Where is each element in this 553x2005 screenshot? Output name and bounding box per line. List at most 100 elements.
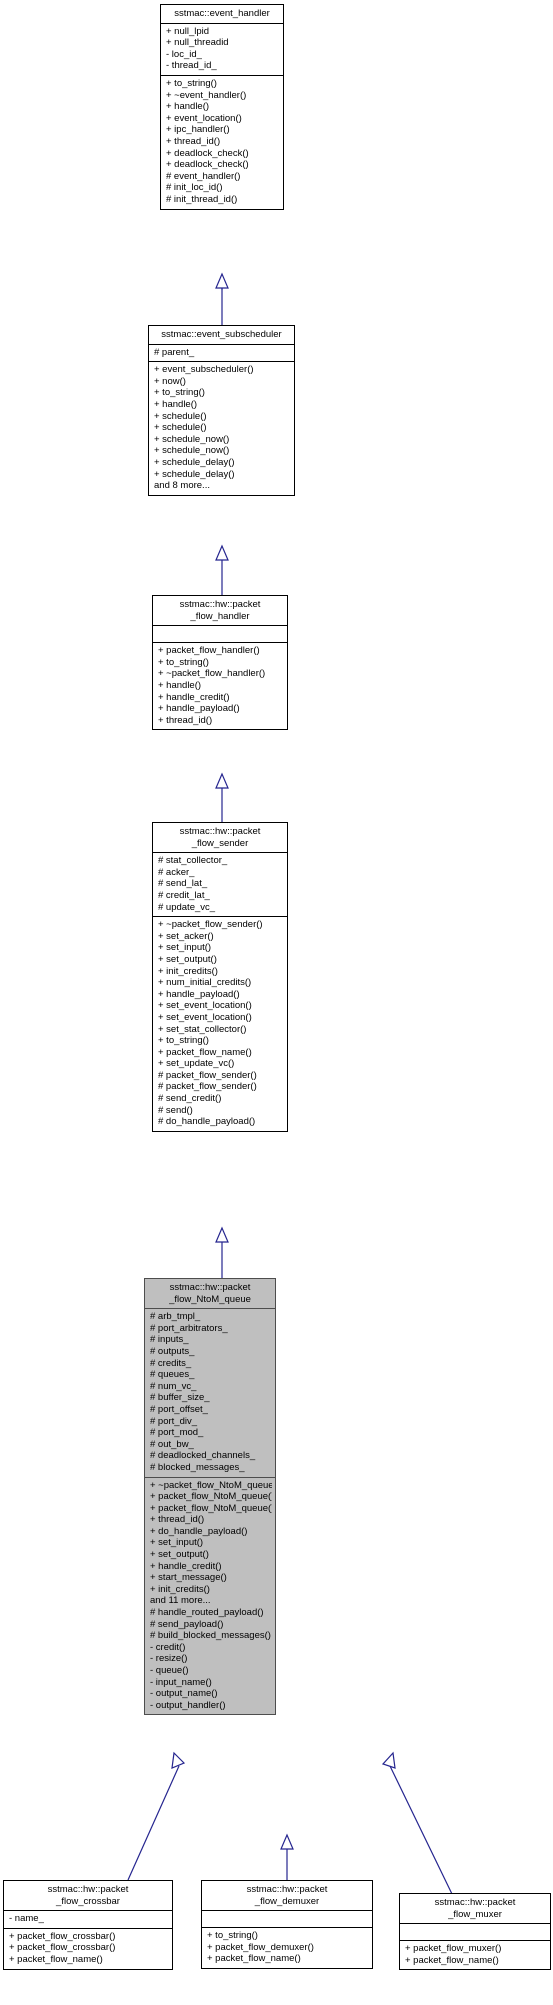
method-row: + num_initial_credits() xyxy=(158,977,252,989)
attributes-section: + null_lpid + null_threadid - loc_id_ - … xyxy=(161,24,283,75)
attribute-row: - thread_id_ xyxy=(166,60,217,72)
method-row: and 11 more... xyxy=(150,1595,211,1607)
method-row: + event_subscheduler() xyxy=(154,364,254,376)
class-title: sstmac::hw::packet _flow_demuxer xyxy=(246,1884,328,1907)
class-box-event-subscheduler[interactable]: sstmac::event_subscheduler # parent_ + e… xyxy=(148,325,295,496)
method-row: # handle_routed_payload() xyxy=(150,1607,264,1619)
class-diagram-canvas: sstmac::event_handler + null_lpid + null… xyxy=(0,0,553,2005)
method-row: + init_credits() xyxy=(150,1583,210,1595)
attribute-row: # acker_ xyxy=(158,866,195,878)
method-row: + set_update_vc() xyxy=(158,1058,235,1070)
attribute-row: # outputs_ xyxy=(150,1345,195,1357)
attribute-row: - name_ xyxy=(9,1913,44,1925)
class-title: sstmac::hw::packet _flow_handler xyxy=(179,599,261,622)
method-row: + set_acker() xyxy=(158,930,214,942)
attributes-section: - name_ xyxy=(4,1911,172,1928)
edge-subscheduler-to-handler xyxy=(215,272,229,325)
method-row: - resize() xyxy=(150,1653,188,1665)
method-row: + handle() xyxy=(166,101,210,113)
method-row: - output_name() xyxy=(150,1688,218,1700)
class-title: sstmac::hw::packet _flow_sender xyxy=(179,826,261,849)
method-row: # build_blocked_messages() xyxy=(150,1630,271,1642)
method-row: # do_handle_payload() xyxy=(158,1116,256,1128)
method-row: + ipc_handler() xyxy=(166,124,230,136)
method-row: # send() xyxy=(158,1104,193,1116)
method-row: # send_credit() xyxy=(158,1093,222,1105)
attribute-row: # port_arbitrators_ xyxy=(150,1322,228,1334)
attribute-row: # update_vc_ xyxy=(158,901,216,913)
attribute-row: - loc_id_ xyxy=(166,48,202,60)
method-row: + deadlock_check() xyxy=(166,159,249,171)
class-box-packet-flow-muxer[interactable]: sstmac::hw::packet _flow_muxer + packet_… xyxy=(399,1893,551,1971)
methods-section: + packet_flow_crossbar() + packet_flow_c… xyxy=(4,1929,172,1969)
method-row: + packet_flow_NtoM_queue() xyxy=(150,1502,272,1514)
attributes-section xyxy=(400,1924,550,1940)
attribute-row: # send_lat_ xyxy=(158,878,208,890)
attributes-section: # arb_tmpl_ # port_arbitrators_ # inputs… xyxy=(145,1309,275,1476)
method-row: + handle_payload() xyxy=(158,988,240,1000)
edge-muxer-to-ntom xyxy=(381,1751,453,1895)
method-row: + packet_flow_name() xyxy=(405,1954,499,1966)
method-row: + thread_id() xyxy=(150,1514,205,1526)
method-row: + to_string() xyxy=(158,1035,209,1047)
edge-ntom-to-sender xyxy=(215,1226,229,1278)
attribute-row: # buffer_size_ xyxy=(150,1392,210,1404)
methods-section: + to_string() + packet_flow_demuxer() + … xyxy=(202,1928,372,1968)
method-row: + packet_flow_name() xyxy=(9,1953,103,1965)
method-row: - queue() xyxy=(150,1665,189,1676)
attributes-section: # parent_ xyxy=(149,345,294,362)
class-title: sstmac::hw::packet _flow_crossbar xyxy=(47,1884,129,1907)
method-row: + handle_credit() xyxy=(150,1560,222,1572)
attribute-row: # blocked_messages_ xyxy=(150,1461,245,1473)
attribute-row: # queues_ xyxy=(150,1369,195,1381)
method-row: + packet_flow_name() xyxy=(158,1046,252,1058)
method-row: - credit() xyxy=(150,1641,186,1653)
method-row: # packet_flow_sender() xyxy=(158,1069,257,1081)
method-row: + packet_flow_handler() xyxy=(158,645,260,657)
method-row: + ~packet_flow_NtoM_queue() xyxy=(150,1479,272,1491)
class-box-event-handler[interactable]: sstmac::event_handler + null_lpid + null… xyxy=(160,4,284,210)
attribute-row: # inputs_ xyxy=(150,1334,189,1346)
attribute-row: # credits_ xyxy=(150,1357,192,1369)
method-row: + set_output() xyxy=(150,1549,209,1561)
method-row: + set_input() xyxy=(158,942,212,954)
attribute-row: + null_threadid xyxy=(166,37,229,49)
methods-section: + to_string() + ~event_handler() + handl… xyxy=(161,76,283,209)
methods-section: + packet_flow_handler() + to_string() + … xyxy=(153,643,287,729)
method-row: + handle_payload() xyxy=(158,703,240,715)
method-row: + handle() xyxy=(154,398,198,410)
attribute-row: + null_lpid xyxy=(166,25,210,37)
method-row: + schedule_now() xyxy=(154,433,230,445)
method-row: + to_string() xyxy=(166,77,217,89)
method-row: + to_string() xyxy=(158,656,209,668)
edge-handler-to-subscheduler xyxy=(215,544,229,595)
method-row: + deadlock_check() xyxy=(166,147,249,159)
method-row: + ~packet_flow_handler() xyxy=(158,668,266,680)
attribute-row: # parent_ xyxy=(154,346,195,358)
class-title: sstmac::event_handler xyxy=(174,8,270,19)
method-row: + now() xyxy=(154,375,186,387)
attributes-section: # stat_collector_ # acker_ # send_lat_ #… xyxy=(153,853,287,916)
methods-section: + packet_flow_muxer() + packet_flow_name… xyxy=(400,1941,550,1969)
attributes-section xyxy=(153,626,287,642)
attribute-row: # deadlocked_channels_ xyxy=(150,1450,256,1462)
method-row: + to_string() xyxy=(154,387,205,399)
method-row: + set_event_location() xyxy=(158,1000,252,1012)
class-box-packet-flow-sender[interactable]: sstmac::hw::packet _flow_sender # stat_c… xyxy=(152,822,288,1132)
attribute-row: # port_mod_ xyxy=(150,1427,204,1439)
class-box-packet-flow-ntom-queue[interactable]: sstmac::hw::packet _flow_NtoM_queue # ar… xyxy=(144,1278,276,1716)
attribute-row: # stat_collector_ xyxy=(158,855,228,867)
method-row: + schedule() xyxy=(154,410,207,422)
method-row: + event_location() xyxy=(166,112,242,124)
method-row: # init_thread_id() xyxy=(166,193,238,205)
method-row: + schedule_delay() xyxy=(154,468,235,480)
class-box-packet-flow-handler[interactable]: sstmac::hw::packet _flow_handler + packe… xyxy=(152,595,288,731)
class-box-packet-flow-crossbar[interactable]: sstmac::hw::packet _flow_crossbar - name… xyxy=(3,1880,173,1970)
method-row: + set_stat_collector() xyxy=(158,1023,247,1035)
class-box-packet-flow-demuxer[interactable]: sstmac::hw::packet _flow_demuxer + to_st… xyxy=(201,1880,373,1969)
method-row: - output_handler() xyxy=(150,1699,226,1711)
class-title: sstmac::event_subscheduler xyxy=(161,329,282,340)
method-row: + packet_flow_crossbar() xyxy=(9,1942,116,1954)
method-row: + packet_flow_crossbar() xyxy=(9,1930,116,1942)
methods-section: + ~packet_flow_NtoM_queue() + packet_flo… xyxy=(145,1478,275,1715)
